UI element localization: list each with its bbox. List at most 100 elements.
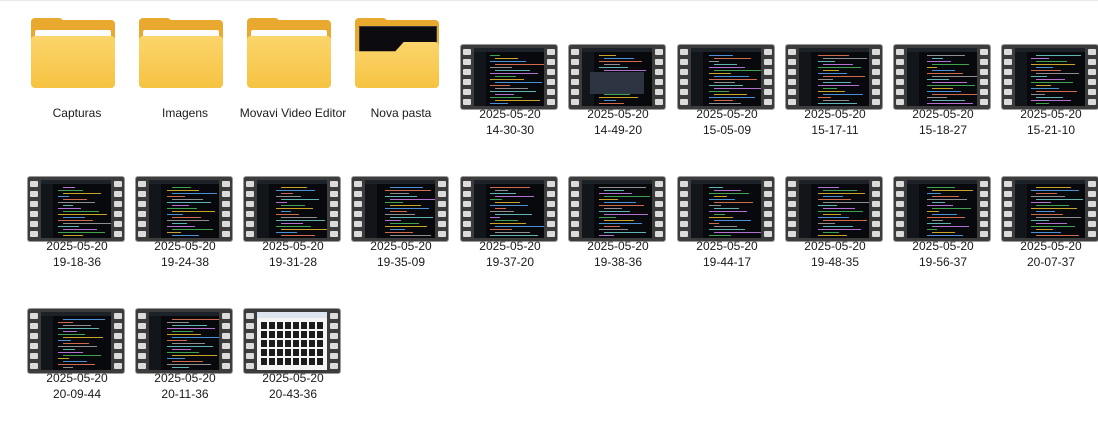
folder-icon bbox=[247, 18, 331, 88]
video-file-icon bbox=[135, 308, 233, 374]
video-file-item[interactable]: 2025-05-20 20-07-37 bbox=[1001, 176, 1098, 272]
video-file-item[interactable]: 2025-05-20 19-44-17 bbox=[677, 176, 777, 272]
video-file-item[interactable]: 2025-05-20 20-11-36 bbox=[135, 308, 235, 404]
video-preview-image bbox=[149, 312, 219, 370]
video-file-name-date: 2025-05-20 bbox=[1020, 107, 1082, 121]
folder-front-shape bbox=[247, 36, 331, 88]
video-file-name-date: 2025-05-20 bbox=[154, 239, 216, 253]
video-file-name-time: 14-49-20 bbox=[593, 123, 643, 137]
film-holes-left bbox=[680, 49, 688, 105]
folder-with-preview-icon bbox=[355, 18, 439, 88]
film-holes-left bbox=[30, 181, 38, 237]
folder-icon bbox=[139, 18, 223, 88]
folder-item[interactable]: Nova pasta bbox=[347, 0, 447, 140]
video-file-name-time: 19-56-37 bbox=[918, 255, 968, 269]
film-holes-right bbox=[114, 313, 122, 369]
film-holes-right bbox=[222, 181, 230, 237]
video-file-item[interactable]: 2025-05-20 15-21-10 bbox=[1001, 44, 1098, 140]
video-preview-image bbox=[691, 180, 761, 238]
film-holes-right bbox=[1088, 49, 1096, 105]
film-holes-left bbox=[1004, 181, 1012, 237]
video-file-name-time: 19-44-17 bbox=[702, 255, 752, 269]
film-holes-left bbox=[788, 181, 796, 237]
film-holes-right bbox=[114, 181, 122, 237]
video-file-icon bbox=[785, 176, 883, 242]
folder-name: Capturas bbox=[52, 106, 102, 120]
video-file-name-date: 2025-05-20 bbox=[262, 371, 324, 385]
video-file-name-time: 20-43-36 bbox=[268, 387, 318, 401]
folder-name: Imagens bbox=[161, 106, 209, 120]
video-file-item[interactable]: 2025-05-20 14-30-30 bbox=[460, 44, 560, 140]
video-file-icon bbox=[243, 176, 341, 242]
video-file-icon bbox=[27, 308, 125, 374]
video-file-name-time: 15-21-10 bbox=[1026, 123, 1076, 137]
video-file-item[interactable]: 2025-05-20 19-56-37 bbox=[893, 176, 993, 272]
video-file-icon bbox=[677, 44, 775, 110]
film-holes-right bbox=[872, 49, 880, 105]
video-preview-image bbox=[257, 180, 327, 238]
film-holes-left bbox=[354, 181, 362, 237]
video-file-item[interactable]: 2025-05-20 19-35-09 bbox=[351, 176, 451, 272]
video-file-icon bbox=[893, 176, 991, 242]
video-file-icon bbox=[135, 176, 233, 242]
video-file-name-time: 14-30-30 bbox=[485, 123, 535, 137]
video-file-name-date: 2025-05-20 bbox=[696, 239, 758, 253]
video-file-item[interactable]: 2025-05-20 19-48-35 bbox=[785, 176, 885, 272]
video-file-name-time: 19-31-28 bbox=[268, 255, 318, 269]
video-preview-image bbox=[474, 180, 544, 238]
video-file-name-time: 15-18-27 bbox=[918, 123, 968, 137]
video-preview-image bbox=[41, 180, 111, 238]
video-file-icon bbox=[1001, 44, 1098, 110]
video-file-name-date: 2025-05-20 bbox=[479, 239, 541, 253]
video-file-name-time: 15-05-09 bbox=[702, 123, 752, 137]
video-file-item[interactable]: 2025-05-20 19-24-38 bbox=[135, 176, 235, 272]
video-file-item[interactable]: 2025-05-20 19-18-36 bbox=[27, 176, 127, 272]
video-file-item[interactable]: 2025-05-20 19-38-36 bbox=[568, 176, 668, 272]
video-file-name-date: 2025-05-20 bbox=[696, 107, 758, 121]
video-file-item[interactable]: 2025-05-20 20-09-44 bbox=[27, 308, 127, 404]
film-holes-right bbox=[980, 181, 988, 237]
video-preview-image bbox=[1015, 180, 1085, 238]
video-file-item[interactable]: 2025-05-20 19-31-28 bbox=[243, 176, 343, 272]
video-file-item[interactable]: 2025-05-20 14-49-20 bbox=[568, 44, 668, 140]
film-holes-left bbox=[571, 49, 579, 105]
video-file-name-date: 2025-05-20 bbox=[804, 239, 866, 253]
video-file-item[interactable]: 2025-05-20 19-37-20 bbox=[460, 176, 560, 272]
video-file-name-time: 19-48-35 bbox=[810, 255, 860, 269]
folder-tab-shape bbox=[247, 18, 279, 28]
folder-item[interactable]: Capturas bbox=[23, 0, 123, 140]
file-grid: Capturas Imagens Movavi Video Editor Nova p… bbox=[0, 0, 1098, 436]
film-holes-left bbox=[246, 181, 254, 237]
film-holes-left bbox=[138, 181, 146, 237]
video-file-icon bbox=[568, 44, 666, 110]
video-file-name-date: 2025-05-20 bbox=[154, 371, 216, 385]
video-file-item[interactable]: 2025-05-20 20-43-36 bbox=[243, 308, 343, 404]
video-file-name-time: 19-38-36 bbox=[593, 255, 643, 269]
video-file-name-date: 2025-05-20 bbox=[1020, 239, 1082, 253]
video-preview-image bbox=[799, 180, 869, 238]
video-file-name-time: 20-09-44 bbox=[52, 387, 102, 401]
video-file-item[interactable]: 2025-05-20 15-18-27 bbox=[893, 44, 993, 140]
film-holes-left bbox=[896, 181, 904, 237]
video-preview-image bbox=[365, 180, 435, 238]
video-file-item[interactable]: 2025-05-20 15-05-09 bbox=[677, 44, 777, 140]
folder-name: Nova pasta bbox=[370, 106, 432, 120]
video-file-name-time: 19-35-09 bbox=[376, 255, 426, 269]
film-holes-right bbox=[547, 181, 555, 237]
film-holes-right bbox=[438, 181, 446, 237]
video-file-name-date: 2025-05-20 bbox=[587, 239, 649, 253]
video-file-item[interactable]: 2025-05-20 15-17-11 bbox=[785, 44, 885, 140]
film-holes-left bbox=[788, 49, 796, 105]
video-file-icon bbox=[1001, 176, 1098, 242]
video-file-name-time: 19-37-20 bbox=[485, 255, 535, 269]
film-holes-right bbox=[1088, 181, 1096, 237]
folder-item[interactable]: Movavi Video Editor bbox=[239, 0, 346, 140]
film-holes-left bbox=[463, 181, 471, 237]
video-preview-image bbox=[149, 180, 219, 238]
folder-item[interactable]: Imagens bbox=[131, 0, 231, 140]
folder-tab-shape bbox=[31, 18, 63, 28]
film-holes-right bbox=[330, 181, 338, 237]
film-holes-left bbox=[896, 49, 904, 105]
video-preview-image bbox=[582, 180, 652, 238]
video-preview-image bbox=[799, 48, 869, 106]
